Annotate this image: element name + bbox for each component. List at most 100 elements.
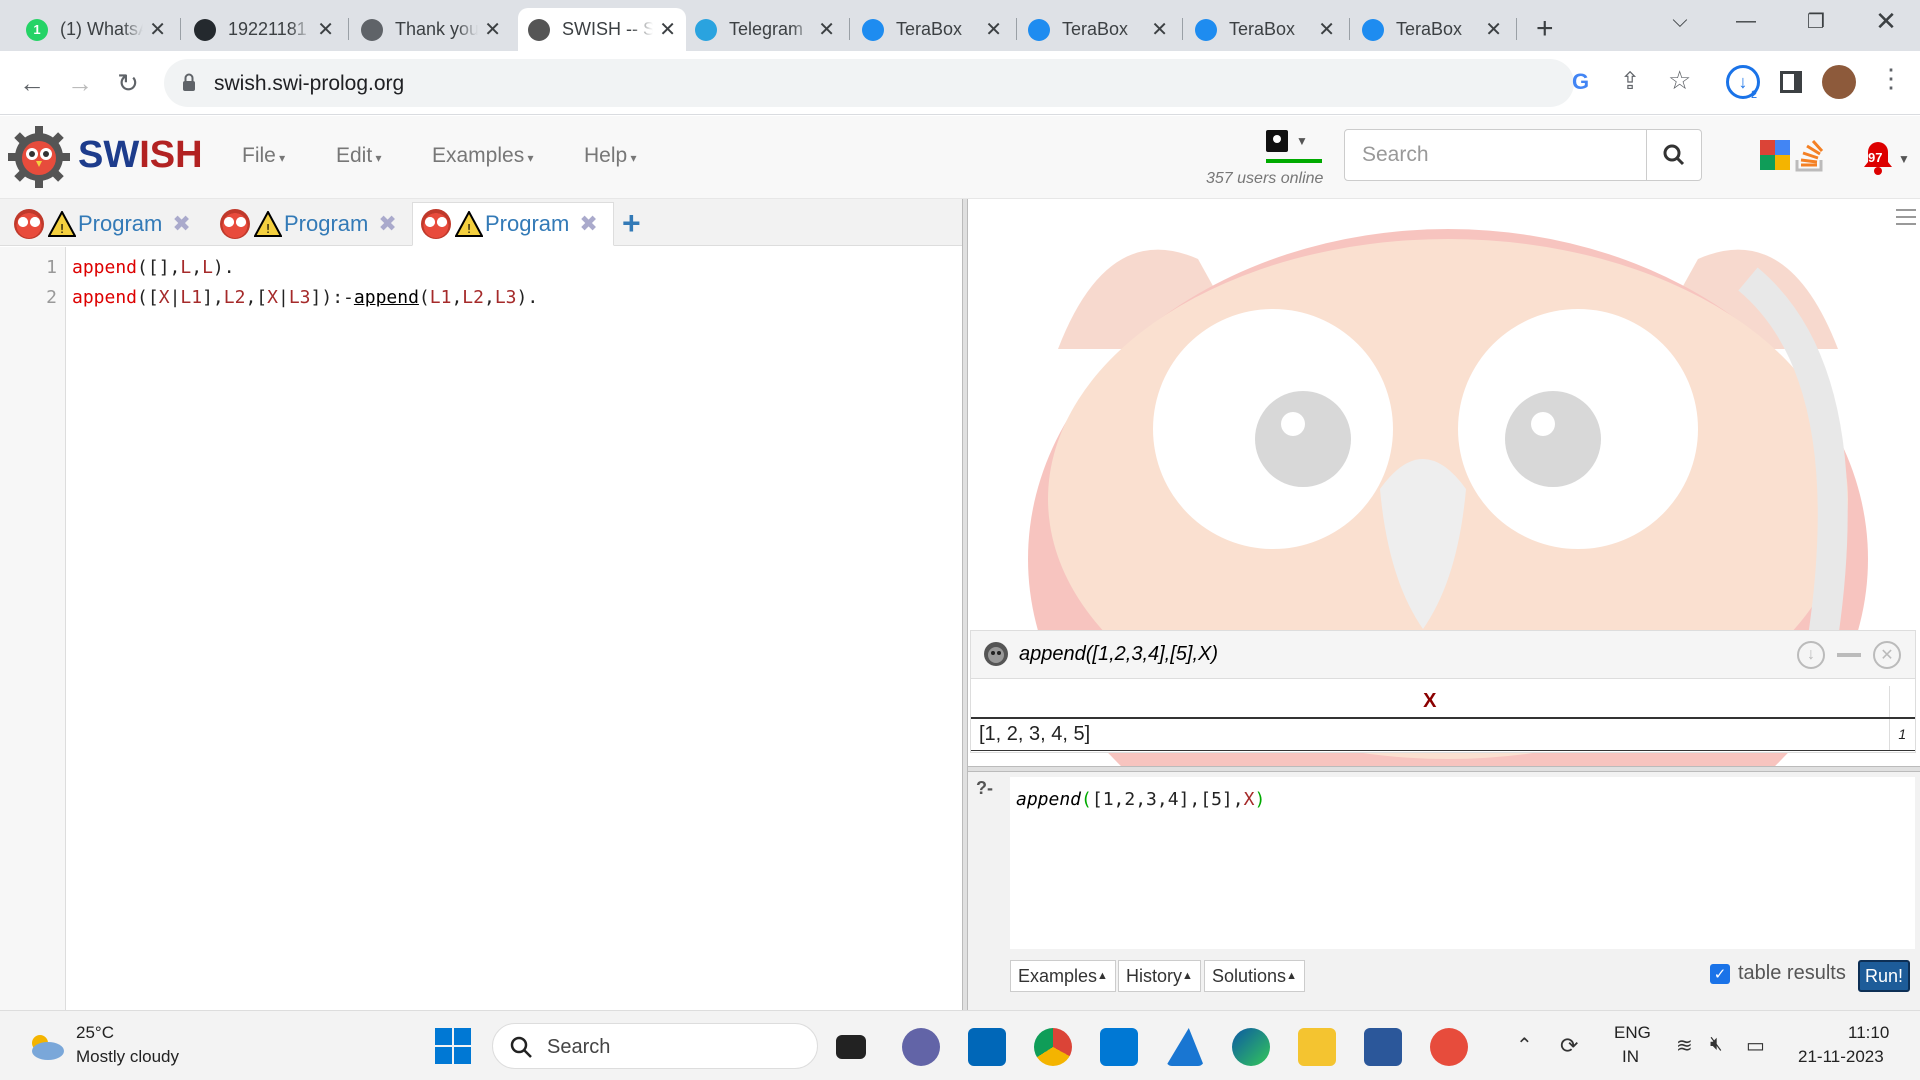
bookmark-star-icon[interactable]: ☆ [1668, 65, 1691, 96]
menu-help[interactable]: Help ▾ [584, 144, 637, 168]
app-shark-icon[interactable] [1166, 1028, 1204, 1066]
close-tab-icon[interactable]: ✕ [317, 17, 334, 42]
browser-tab-title: TeraBox [1062, 19, 1129, 39]
pane-menu-icon[interactable] [1896, 207, 1916, 227]
swish-app-icon[interactable] [1430, 1028, 1468, 1066]
close-tab-icon[interactable]: ✕ [1318, 17, 1335, 42]
examples-button[interactable]: Examples ▲ [1010, 960, 1116, 992]
language-label[interactable]: ENG [1614, 1023, 1651, 1043]
browser-tab[interactable]: TeraBox ✕ [1352, 8, 1512, 51]
tab-separator [180, 18, 181, 40]
menu-file[interactable]: File ▾ [242, 144, 285, 168]
warning-icon: ! [48, 211, 76, 237]
close-answer-icon[interactable]: ✕ [1873, 641, 1901, 669]
close-tab-icon[interactable]: ✕ [818, 17, 835, 42]
weather-temp: 25°C [76, 1023, 114, 1042]
svg-text:!: ! [467, 222, 472, 236]
edge-icon[interactable] [1232, 1028, 1270, 1066]
menu-edit[interactable]: Edit ▾ [336, 144, 382, 168]
add-tab-button[interactable]: + [622, 205, 641, 242]
share-icon[interactable]: ⇪ [1620, 67, 1640, 96]
close-tab-icon[interactable]: ✖ [579, 211, 597, 237]
browser-tab[interactable]: TeraBox ✕ [1018, 8, 1178, 51]
tab-program-3[interactable]: ! Program ✖ [412, 202, 614, 246]
side-panel-icon[interactable] [1780, 71, 1802, 93]
close-tab-icon[interactable]: ✕ [1485, 17, 1502, 42]
code-editor[interactable]: 1 2 append([],L,L). append([X|L1],L2,[X|… [0, 247, 962, 1010]
stackoverflow-icon[interactable] [1793, 138, 1827, 172]
tab-separator [849, 18, 850, 40]
reload-button[interactable]: ↻ [108, 63, 148, 103]
taskbar-search[interactable]: Search [492, 1023, 818, 1069]
query-input[interactable]: append([1,2,3,4],[5],X) [1010, 777, 1915, 949]
swish-owl-icon [421, 209, 451, 239]
row-index: 1 [1888, 717, 1915, 751]
tab-program-2[interactable]: ! Program ✖ [212, 202, 412, 246]
back-button[interactable]: ← [12, 63, 52, 103]
browser-tab[interactable]: TeraBox ✕ [1185, 8, 1345, 51]
restore-button[interactable]: ❐ [1786, 0, 1846, 42]
browser-tab[interactable]: 1 (1) WhatsApp ✕ [16, 8, 176, 51]
mail-icon[interactable] [1100, 1028, 1138, 1066]
close-tab-icon[interactable]: ✖ [172, 211, 190, 237]
new-tab-button[interactable]: + [1536, 12, 1554, 46]
browser-tab[interactable]: Thank you ✕ [351, 8, 511, 51]
chrome-menu-icon[interactable]: ⋮ [1878, 63, 1904, 94]
swish-brand[interactable]: SWISH [78, 134, 203, 177]
word-icon[interactable] [1364, 1028, 1402, 1066]
teams-chat-icon[interactable] [902, 1028, 940, 1066]
profile-avatar[interactable] [1822, 65, 1856, 99]
close-tab-icon[interactable]: ✕ [985, 17, 1002, 42]
tab-separator [1182, 18, 1183, 40]
address-bar[interactable]: swish.swi-prolog.org G ⇪ ☆ [164, 59, 1691, 107]
browser-tab-title: SWISH -- SWI-Prolog [562, 19, 654, 39]
region-label[interactable]: IN [1622, 1047, 1639, 1067]
browser-tab[interactable]: 19221181 ✕ [184, 8, 344, 51]
weather-cloud-icon[interactable] [26, 1031, 66, 1061]
tab-separator [1349, 18, 1350, 40]
chrome-taskbar-icon[interactable] [1034, 1028, 1072, 1066]
table-results-checkbox[interactable]: ✓ [1710, 964, 1730, 984]
close-tab-icon[interactable]: ✕ [659, 17, 676, 42]
menu-examples[interactable]: Examples ▾ [432, 144, 534, 168]
google-plus-icon[interactable] [1760, 140, 1790, 170]
microsoft-store-icon[interactable] [968, 1028, 1006, 1066]
close-window-button[interactable]: ✕ [1856, 0, 1916, 42]
google-lens-icon[interactable]: G [1572, 69, 1589, 95]
code-line-1[interactable]: append([],L,L). [72, 257, 235, 278]
battery-icon[interactable]: ▭ [1746, 1033, 1765, 1058]
clock-time[interactable]: 11:10 [1848, 1023, 1889, 1043]
search-input[interactable]: Search [1344, 129, 1647, 181]
swish-logo-icon[interactable] [6, 124, 72, 190]
sync-icon[interactable]: ⟳ [1560, 1033, 1578, 1059]
notification-dropdown-caret[interactable]: ▼ [1898, 152, 1910, 166]
show-hidden-icons-chevron[interactable]: ⌃ [1516, 1033, 1533, 1058]
code-line-2[interactable]: append([X|L1],L2,[X|L3]):-append(L1,L2,L… [72, 287, 538, 308]
forward-button[interactable]: → [60, 63, 100, 103]
search-button[interactable] [1646, 129, 1702, 181]
minimize-button[interactable]: — [1716, 0, 1776, 42]
run-button[interactable]: Run! [1858, 960, 1910, 992]
tab-search-icon[interactable]: ⌵ [1650, 0, 1710, 42]
browser-tab[interactable]: SWISH -- SWI-Prolog✕ [518, 8, 686, 51]
volume-muted-icon[interactable]: 🔇︎ [1710, 1033, 1723, 1056]
close-tab-icon[interactable]: ✕ [1151, 17, 1168, 42]
file-explorer-icon[interactable] [1298, 1028, 1336, 1066]
answer-query-label: append([1,2,3,4],[5],X) [1019, 643, 1219, 665]
browser-tab[interactable]: Telegram ✕ [685, 8, 845, 51]
download-answer-icon[interactable]: ↓ [1797, 641, 1825, 669]
close-tab-icon[interactable]: ✕ [484, 17, 501, 42]
tab-program-1[interactable]: ! Program ✖ [6, 202, 206, 246]
user-profile-dropdown[interactable]: ▼ [1266, 130, 1322, 163]
browser-tab[interactable]: TeraBox ✕ [852, 8, 1012, 51]
solutions-button[interactable]: Solutions ▲ [1204, 960, 1305, 992]
windows-start-icon[interactable] [435, 1028, 471, 1064]
close-tab-icon[interactable]: ✕ [149, 17, 166, 42]
minimize-answer-icon[interactable] [1837, 653, 1861, 657]
wifi-icon[interactable]: ≋ [1676, 1033, 1693, 1058]
clock-date[interactable]: 21-11-2023 [1798, 1047, 1884, 1067]
history-button[interactable]: History ▲ [1118, 960, 1201, 992]
task-view-icon[interactable] [836, 1035, 866, 1059]
notification-bell-icon[interactable]: 97 [1858, 138, 1898, 178]
close-tab-icon[interactable]: ✖ [378, 211, 396, 237]
